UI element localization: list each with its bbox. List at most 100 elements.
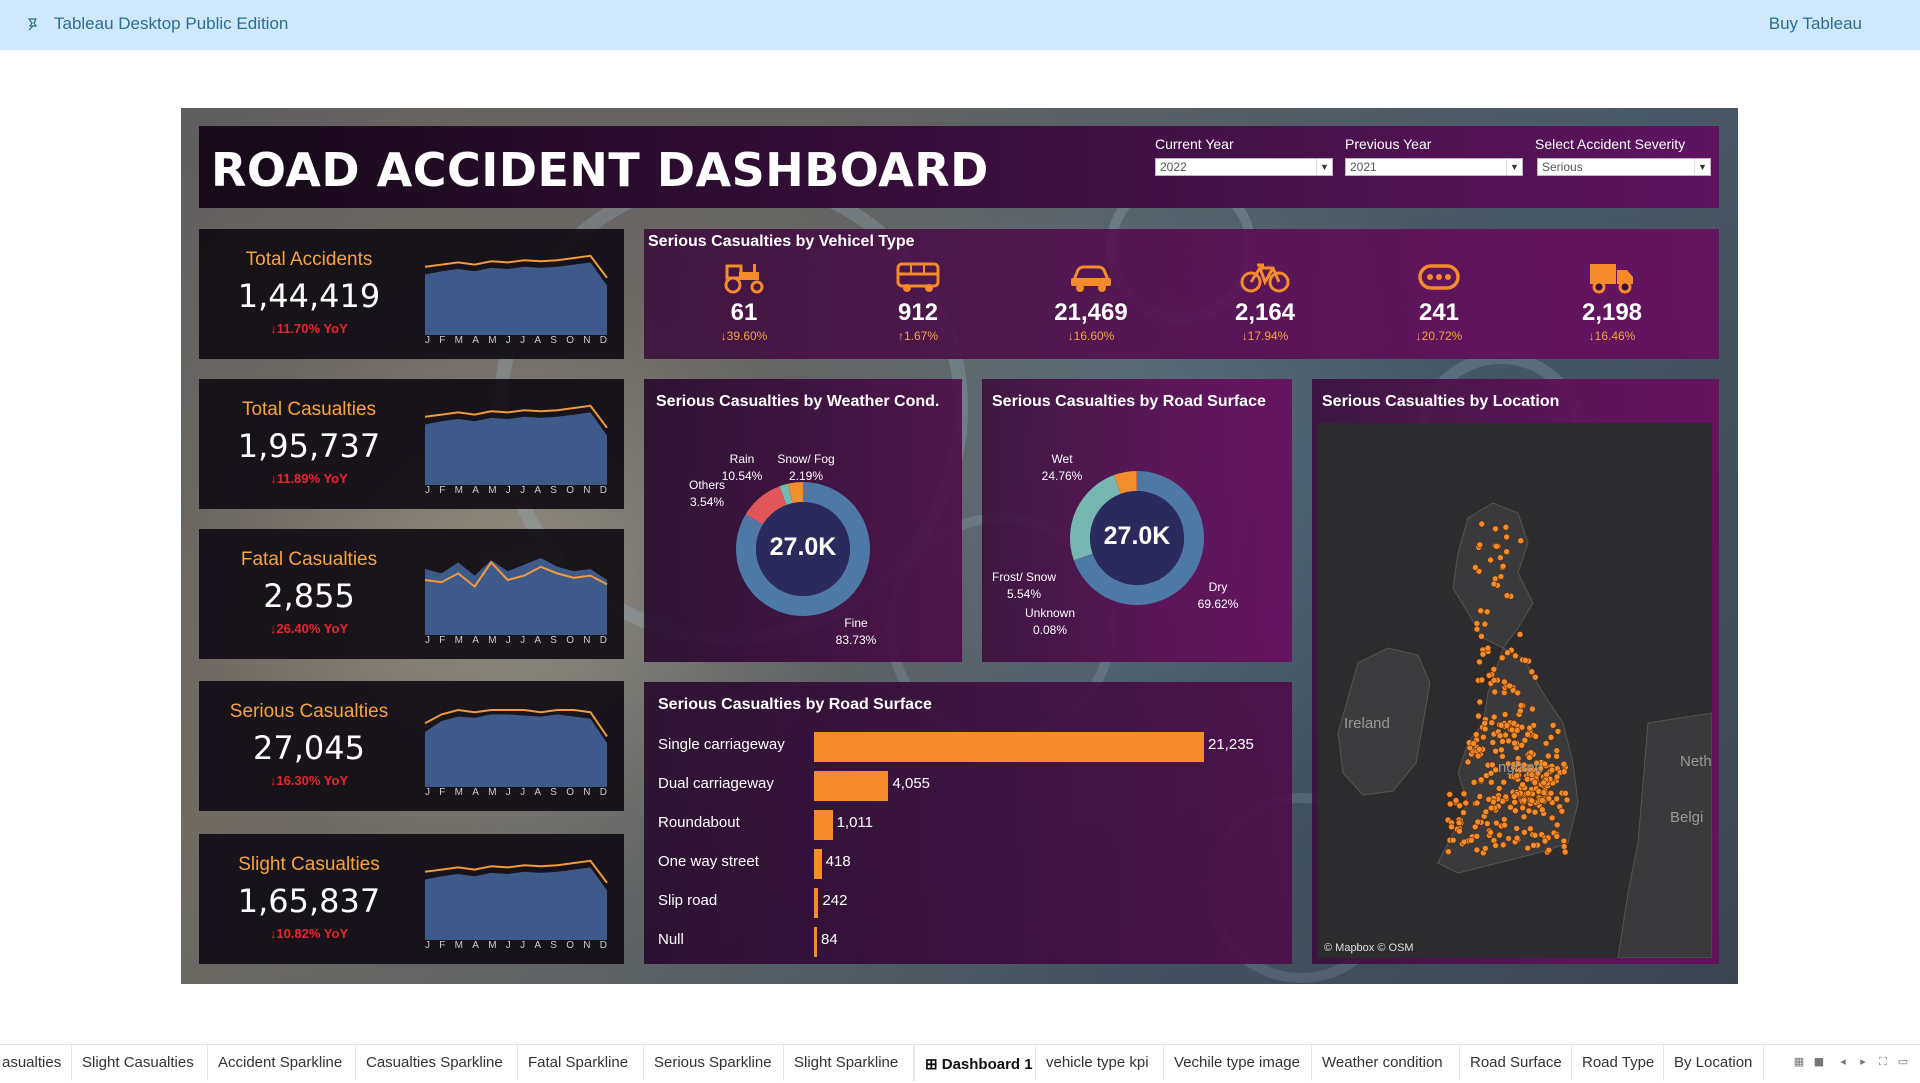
vehicle-item-truck[interactable]: 2,198 ↓16.46%	[1552, 257, 1672, 343]
bar-mark[interactable]	[814, 888, 818, 918]
sheet-tab[interactable]: Vechile type image	[1164, 1045, 1312, 1081]
accident-location-dot[interactable]	[1477, 699, 1483, 705]
accident-location-dot[interactable]	[1498, 574, 1504, 580]
accident-location-dot[interactable]	[1550, 722, 1556, 728]
current-year-select[interactable]: 2022 ▼	[1155, 158, 1333, 176]
accident-location-dot[interactable]	[1461, 810, 1467, 816]
accident-location-dot[interactable]	[1522, 657, 1528, 663]
accident-location-dot[interactable]	[1491, 714, 1497, 720]
accident-location-dot[interactable]	[1490, 740, 1496, 746]
buy-tableau-link[interactable]: Buy Tableau	[1769, 14, 1862, 34]
accident-location-dot[interactable]	[1492, 689, 1498, 695]
accident-location-dot[interactable]	[1561, 761, 1567, 767]
accident-location-dot[interactable]	[1532, 780, 1538, 786]
sheet-tab[interactable]: Slight Casualties	[72, 1045, 208, 1081]
accident-location-dot[interactable]	[1479, 677, 1485, 683]
accident-location-dot[interactable]	[1526, 808, 1532, 814]
accident-location-dot[interactable]	[1453, 798, 1459, 804]
accident-location-dot[interactable]	[1554, 774, 1560, 780]
bar-row[interactable]: Single carriageway21,235	[644, 730, 1292, 760]
sheet-tab[interactable]: Road Surface	[1460, 1045, 1572, 1081]
accident-location-dot[interactable]	[1561, 769, 1567, 775]
accident-location-dot[interactable]	[1521, 814, 1527, 820]
accident-location-dot[interactable]	[1518, 703, 1524, 709]
accident-location-dot[interactable]	[1479, 521, 1485, 527]
sparkline-chart[interactable]	[421, 547, 611, 635]
accident-location-dot[interactable]	[1555, 728, 1561, 734]
accident-location-dot[interactable]	[1545, 753, 1551, 759]
accident-location-dot[interactable]	[1549, 815, 1555, 821]
presentation-icon[interactable]: ▭	[1896, 1055, 1910, 1069]
accident-location-dot[interactable]	[1514, 727, 1520, 733]
sparkline-chart[interactable]	[421, 852, 611, 940]
accident-location-dot[interactable]	[1554, 748, 1560, 754]
accident-location-dot[interactable]	[1486, 796, 1492, 802]
accident-location-dot[interactable]	[1546, 847, 1552, 853]
accident-location-dot[interactable]	[1512, 740, 1518, 746]
accident-location-dot[interactable]	[1493, 843, 1499, 849]
accident-location-dot[interactable]	[1527, 826, 1533, 832]
accident-location-dot[interactable]	[1564, 797, 1570, 803]
accident-location-dot[interactable]	[1498, 722, 1504, 728]
accident-location-dot[interactable]	[1483, 809, 1489, 815]
donut-slice-snow-fog[interactable]	[783, 493, 790, 495]
accident-location-dot[interactable]	[1482, 726, 1488, 732]
accident-location-dot[interactable]	[1511, 720, 1517, 726]
accident-location-dot[interactable]	[1493, 526, 1499, 532]
accident-location-dot[interactable]	[1479, 633, 1485, 639]
bar-mark[interactable]	[814, 849, 822, 879]
kpi-slight-casualties[interactable]: Slight Casualties 1,65,837 ↓10.82% YoY J…	[199, 834, 624, 964]
sheet-tab[interactable]: Accident Sparkline	[208, 1045, 356, 1081]
accident-location-dot[interactable]	[1473, 732, 1479, 738]
dropdown-arrow-icon[interactable]: ▼	[1506, 159, 1522, 175]
next-sheet-icon[interactable]: ▸	[1856, 1055, 1870, 1069]
accident-location-dot[interactable]	[1488, 805, 1494, 811]
accident-location-dot[interactable]	[1489, 762, 1495, 768]
accident-location-dot[interactable]	[1532, 674, 1538, 680]
accident-location-dot[interactable]	[1527, 725, 1533, 731]
accident-location-dot[interactable]	[1445, 849, 1451, 855]
accident-location-dot[interactable]	[1507, 683, 1513, 689]
accident-location-dot[interactable]	[1529, 798, 1535, 804]
pin-icon[interactable]	[26, 17, 42, 33]
accident-location-dot[interactable]	[1520, 805, 1526, 811]
accident-location-dot[interactable]	[1512, 799, 1518, 805]
accident-location-dot[interactable]	[1496, 785, 1502, 791]
accident-location-dot[interactable]	[1475, 819, 1481, 825]
accident-location-dot[interactable]	[1503, 524, 1509, 530]
accident-location-dot[interactable]	[1476, 713, 1482, 719]
accident-location-dot[interactable]	[1561, 844, 1567, 850]
accident-location-dot[interactable]	[1477, 659, 1483, 665]
accident-location-dot[interactable]	[1489, 720, 1495, 726]
accident-location-dot[interactable]	[1521, 829, 1527, 835]
filmstrip-icon[interactable]: ■	[1812, 1055, 1826, 1069]
accident-location-dot[interactable]	[1456, 820, 1462, 826]
accident-location-dot[interactable]	[1506, 836, 1512, 842]
accident-location-dot[interactable]	[1541, 790, 1547, 796]
accident-location-dot[interactable]	[1548, 790, 1554, 796]
accident-location-dot[interactable]	[1504, 593, 1510, 599]
severity-select[interactable]: Serious ▼	[1537, 158, 1711, 176]
sheet-tab[interactable]: Weather condition	[1312, 1045, 1460, 1081]
accident-location-dot[interactable]	[1549, 767, 1555, 773]
accident-location-dot[interactable]	[1521, 797, 1527, 803]
accident-location-dot[interactable]	[1480, 651, 1486, 657]
sheet-tab[interactable]: asualties	[0, 1045, 72, 1081]
previous-year-select[interactable]: 2021 ▼	[1345, 158, 1523, 176]
accident-location-dot[interactable]	[1486, 672, 1492, 678]
accident-location-dot[interactable]	[1474, 847, 1480, 853]
accident-location-dot[interactable]	[1471, 779, 1477, 785]
accident-location-dot[interactable]	[1471, 741, 1477, 747]
accident-location-dot[interactable]	[1494, 543, 1500, 549]
sheet-tab[interactable]: vehicle type kpi	[1036, 1045, 1164, 1081]
accident-location-dot[interactable]	[1522, 737, 1528, 743]
accident-location-dot[interactable]	[1514, 825, 1520, 831]
accident-location-dot[interactable]	[1501, 679, 1507, 685]
accident-location-dot[interactable]	[1561, 838, 1567, 844]
accident-location-dot[interactable]	[1493, 820, 1499, 826]
sheet-tab[interactable]: ⊞ Dashboard 1	[914, 1045, 1036, 1081]
accident-location-dot[interactable]	[1478, 608, 1484, 614]
vehicle-item-car[interactable]: 21,469 ↓16.60%	[1031, 257, 1151, 343]
accident-location-dot[interactable]	[1488, 557, 1494, 563]
accident-location-dot[interactable]	[1562, 849, 1568, 855]
